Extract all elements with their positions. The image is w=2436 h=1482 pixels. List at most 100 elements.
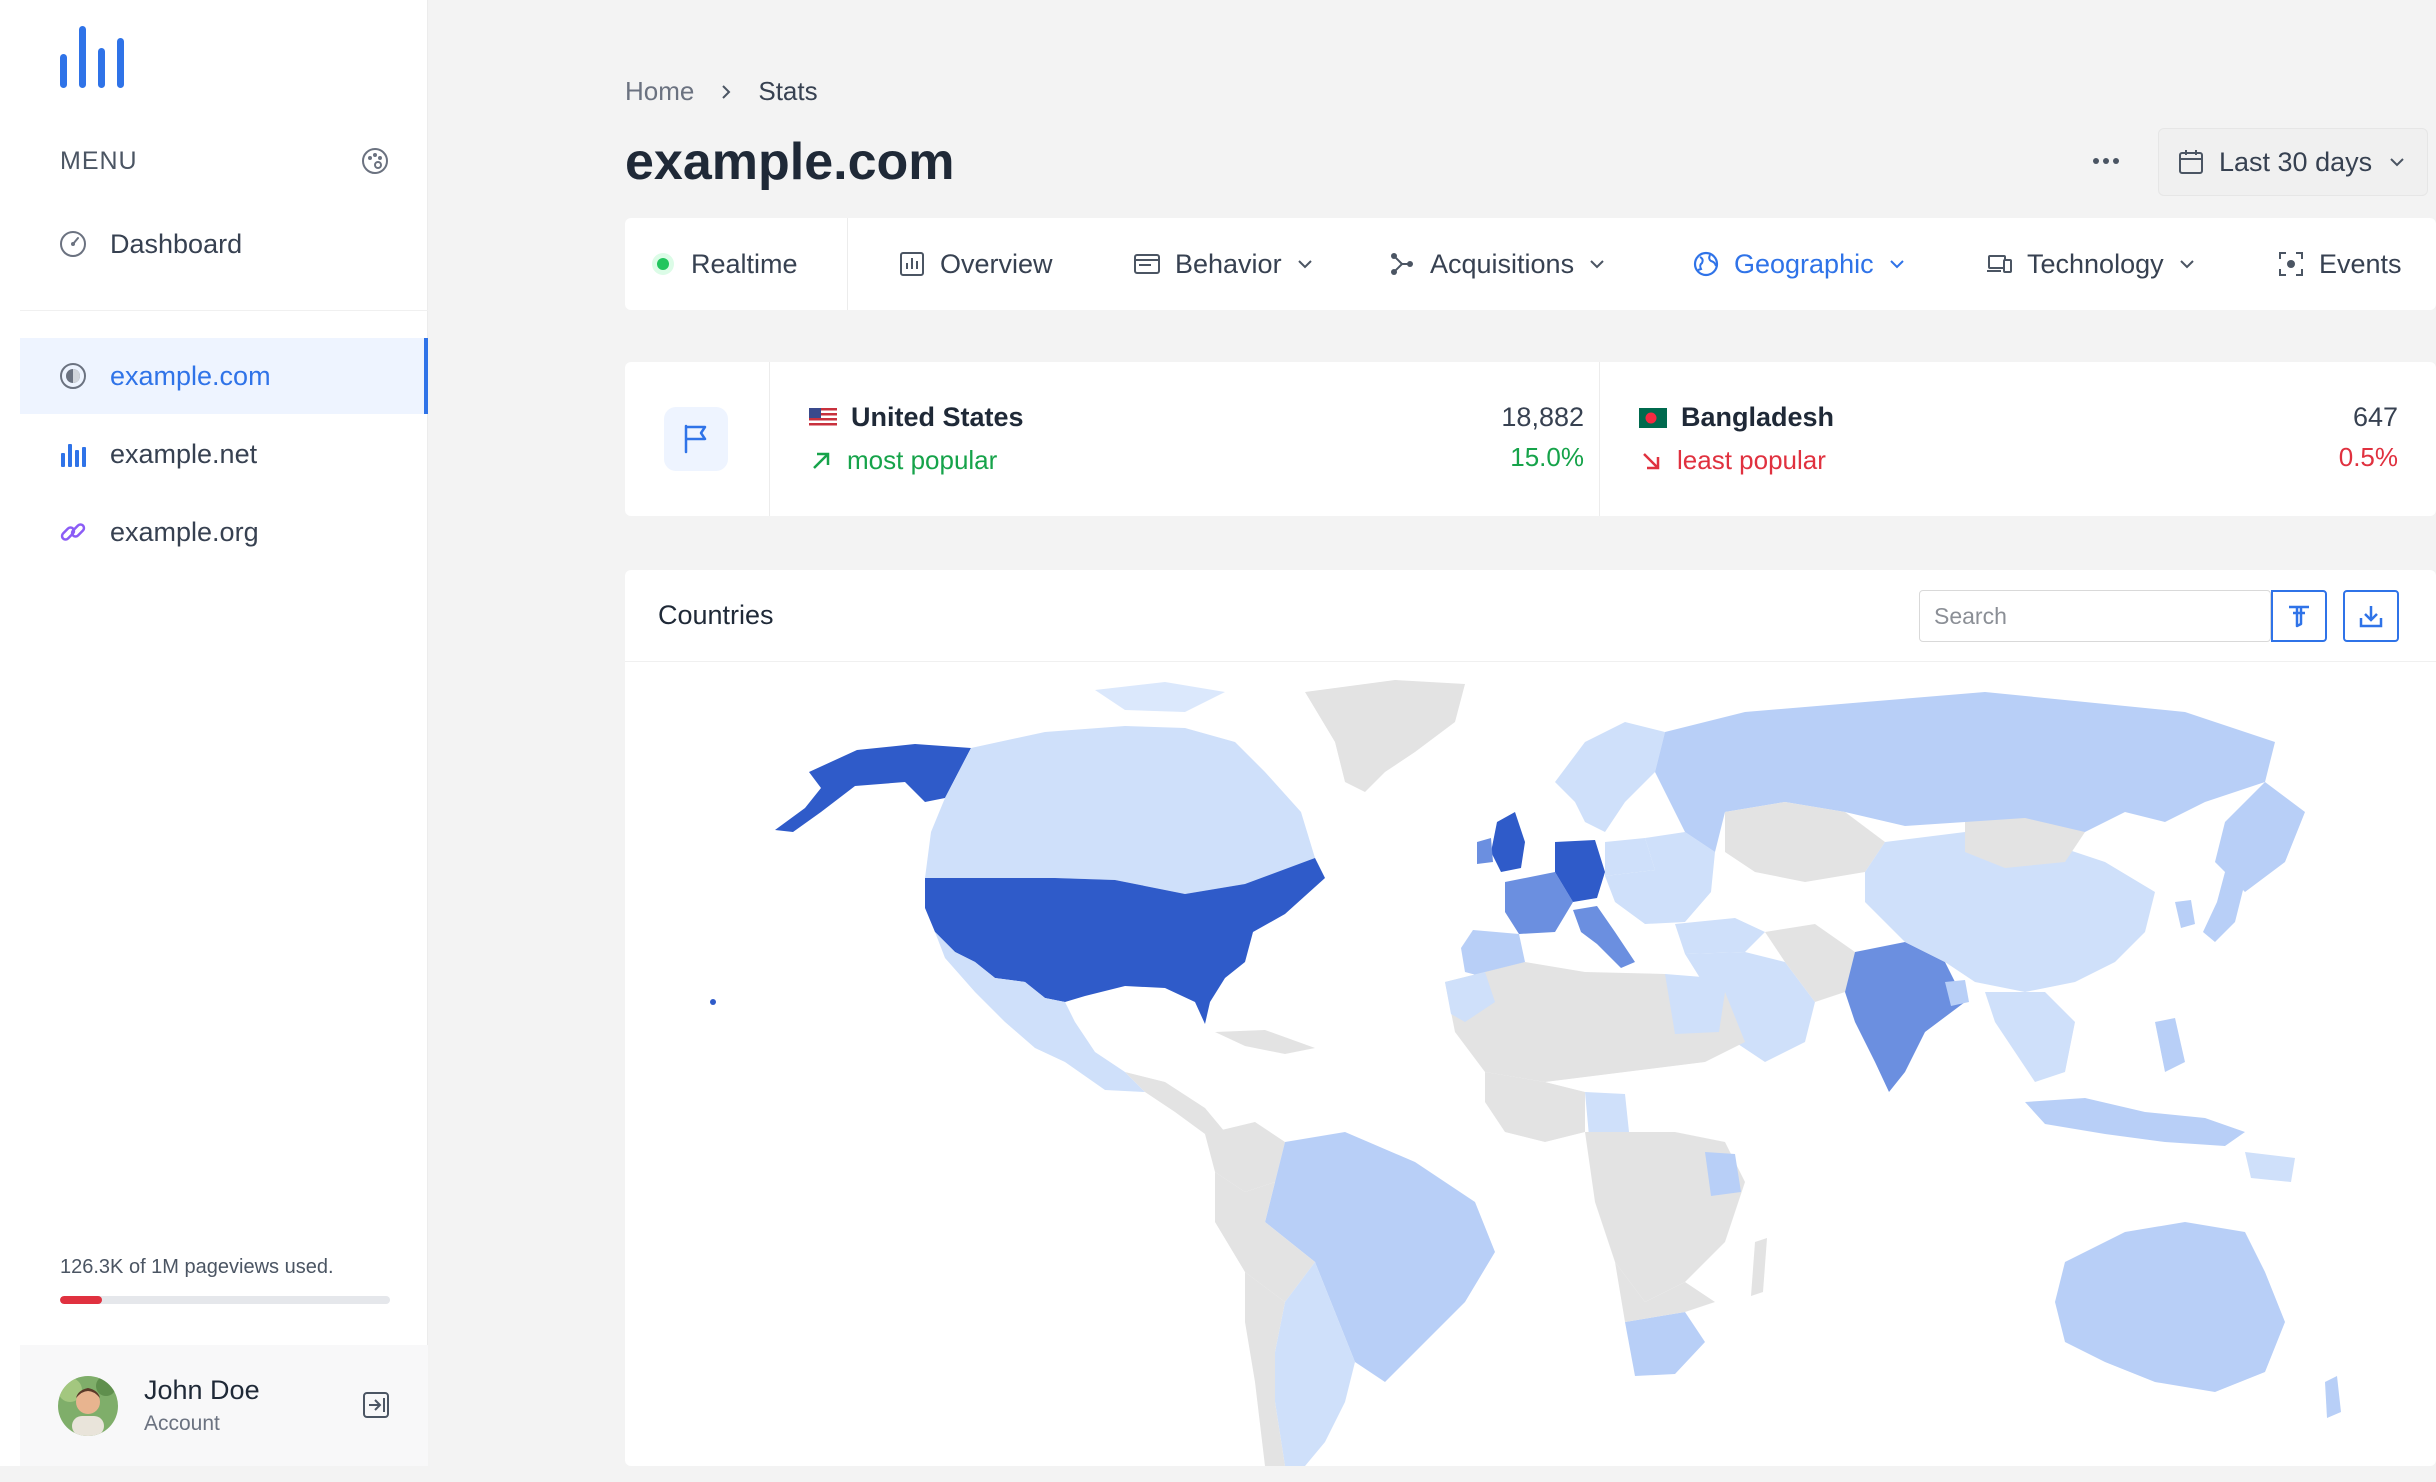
most-popular-percent: 15.0% xyxy=(1510,442,1584,472)
bangladesh-flag-icon xyxy=(1639,407,1667,428)
map-country-hawaii[interactable] xyxy=(710,999,716,1005)
least-popular-label: least popular xyxy=(1677,445,1826,475)
download-icon xyxy=(2359,606,2383,628)
gauge-icon xyxy=(60,231,86,257)
map-country-philippines[interactable] xyxy=(2155,1018,2185,1072)
chevron-down-icon xyxy=(1297,260,1312,269)
most-popular-label: most popular xyxy=(847,445,998,475)
link-icon xyxy=(60,523,86,541)
palette-icon[interactable] xyxy=(360,146,390,176)
map-country-madagascar[interactable] xyxy=(1751,1238,1767,1296)
least-popular-value: 647 xyxy=(2352,402,2398,432)
sidebar-item-label: example.net xyxy=(110,438,258,469)
calendar-icon xyxy=(2179,150,2203,174)
branch-icon xyxy=(1391,253,1413,275)
stats-tabs: Realtime Overview Behavior Acquisitions xyxy=(625,218,2436,310)
summary-divider xyxy=(769,362,770,516)
tab-overview[interactable]: Overview xyxy=(898,218,1053,310)
date-range-label: Last 30 days xyxy=(2219,146,2373,177)
map-country-canada[interactable] xyxy=(925,726,1315,894)
map-country-italy[interactable] xyxy=(1573,906,1635,968)
map-country-uk[interactable] xyxy=(1491,812,1525,872)
chevron-down-icon xyxy=(2179,260,2194,269)
map-country-south-africa[interactable] xyxy=(1625,1312,1705,1376)
date-range-dropdown[interactable]: Last 30 days xyxy=(2158,128,2428,196)
map-country-japan[interactable] xyxy=(2203,872,2245,942)
most-popular-country: United States most popular xyxy=(809,402,1024,476)
tab-label: Geographic xyxy=(1734,248,1874,279)
chevron-right-icon xyxy=(722,84,731,99)
map-region-scandinavia[interactable] xyxy=(1555,722,1665,832)
bar-chart-icon xyxy=(61,444,86,467)
devices-icon xyxy=(1987,255,2012,273)
usage-progress-fill xyxy=(60,1296,102,1304)
flag-badge xyxy=(664,407,728,471)
page-title: example.com xyxy=(625,133,955,191)
map-country-nigeria[interactable] xyxy=(1585,1092,1629,1136)
tab-realtime[interactable]: Realtime xyxy=(649,218,798,310)
least-popular-percent: 0.5% xyxy=(2338,442,2398,472)
sidebar-item-example-net[interactable]: example.net xyxy=(20,416,428,492)
map-country-korea[interactable] xyxy=(2175,900,2195,928)
countries-panel: Countries xyxy=(625,570,2436,1466)
map-country-australia[interactable] xyxy=(2055,1222,2285,1392)
tab-label: Events xyxy=(2319,248,2402,279)
search-input[interactable] xyxy=(1919,590,2271,642)
tab-label: Acquisitions xyxy=(1430,248,1575,279)
more-options-icon[interactable] xyxy=(2086,146,2126,176)
geographic-summary: United States most popular 18,882 15.0% … xyxy=(625,362,2436,516)
chevron-down-icon xyxy=(1889,260,1904,269)
map-country-turkey[interactable] xyxy=(1675,918,1765,954)
sidebar-item-label: example.org xyxy=(110,516,259,547)
filter-button[interactable] xyxy=(2271,590,2327,642)
map-region-central-america[interactable] xyxy=(1125,1072,1225,1134)
map-country-papua-new-guinea[interactable] xyxy=(2245,1152,2295,1182)
tab-geographic[interactable]: Geographic xyxy=(1692,218,1908,310)
globe-icon xyxy=(1693,251,1719,277)
overview-icon xyxy=(900,252,924,276)
map-country-egypt[interactable] xyxy=(1665,974,1725,1034)
chevron-down-icon xyxy=(1590,260,1604,269)
chevron-down-icon xyxy=(2390,158,2404,167)
tab-behavior[interactable]: Behavior xyxy=(1133,218,1316,310)
tab-events[interactable]: Events xyxy=(2277,218,2402,310)
map-region-southeast-asia[interactable] xyxy=(1985,992,2075,1082)
tab-technology[interactable]: Technology xyxy=(1985,218,2198,310)
least-popular-country-name: Bangladesh xyxy=(1681,402,1835,432)
tab-label: Technology xyxy=(2027,248,2164,279)
breadcrumb-current: Stats xyxy=(758,76,818,106)
map-region-arctic[interactable] xyxy=(1095,682,1225,712)
sidebar-item-dashboard[interactable]: Dashboard xyxy=(20,206,428,282)
least-popular-country: Bangladesh least popular xyxy=(1639,402,1834,476)
site-icon xyxy=(60,363,86,389)
sidebar-item-example-com[interactable]: example.com xyxy=(20,338,428,414)
avatar[interactable] xyxy=(58,1375,118,1436)
sidebar-item-label: Dashboard xyxy=(110,228,243,259)
live-dot-icon xyxy=(652,253,674,275)
map-region-caribbean[interactable] xyxy=(1215,1030,1315,1054)
map-country-greenland[interactable] xyxy=(1305,680,1465,792)
logo-icon[interactable] xyxy=(58,24,126,90)
tab-acquisitions[interactable]: Acquisitions xyxy=(1388,218,1608,310)
breadcrumb-home[interactable]: Home xyxy=(625,76,694,107)
sidebar-divider xyxy=(20,310,428,311)
world-map[interactable] xyxy=(625,662,2436,1466)
sidebar: MENU Dashboard example.com example.net e… xyxy=(0,0,428,1466)
map-country-new-zealand[interactable] xyxy=(2325,1376,2341,1418)
map-country-ireland[interactable] xyxy=(1477,838,1493,864)
account-card[interactable]: John Doe Account xyxy=(20,1345,428,1466)
tab-label: Realtime xyxy=(691,248,798,279)
arrow-down-right-icon xyxy=(1643,452,1660,469)
map-country-kenya[interactable] xyxy=(1705,1152,1741,1196)
menu-header: MENU xyxy=(60,144,390,178)
sidebar-item-example-org[interactable]: example.org xyxy=(20,494,428,570)
download-button[interactable] xyxy=(2343,590,2399,642)
map-country-indonesia[interactable] xyxy=(2025,1098,2245,1146)
most-popular-value: 18,882 xyxy=(1501,402,1584,432)
map-country-india[interactable] xyxy=(1845,942,1965,1092)
map-region-west-africa[interactable] xyxy=(1485,1072,1585,1142)
summary-divider xyxy=(1599,362,1600,516)
filter-icon xyxy=(2289,605,2309,628)
tab-label: Overview xyxy=(940,248,1053,279)
logout-icon[interactable] xyxy=(360,1389,392,1421)
